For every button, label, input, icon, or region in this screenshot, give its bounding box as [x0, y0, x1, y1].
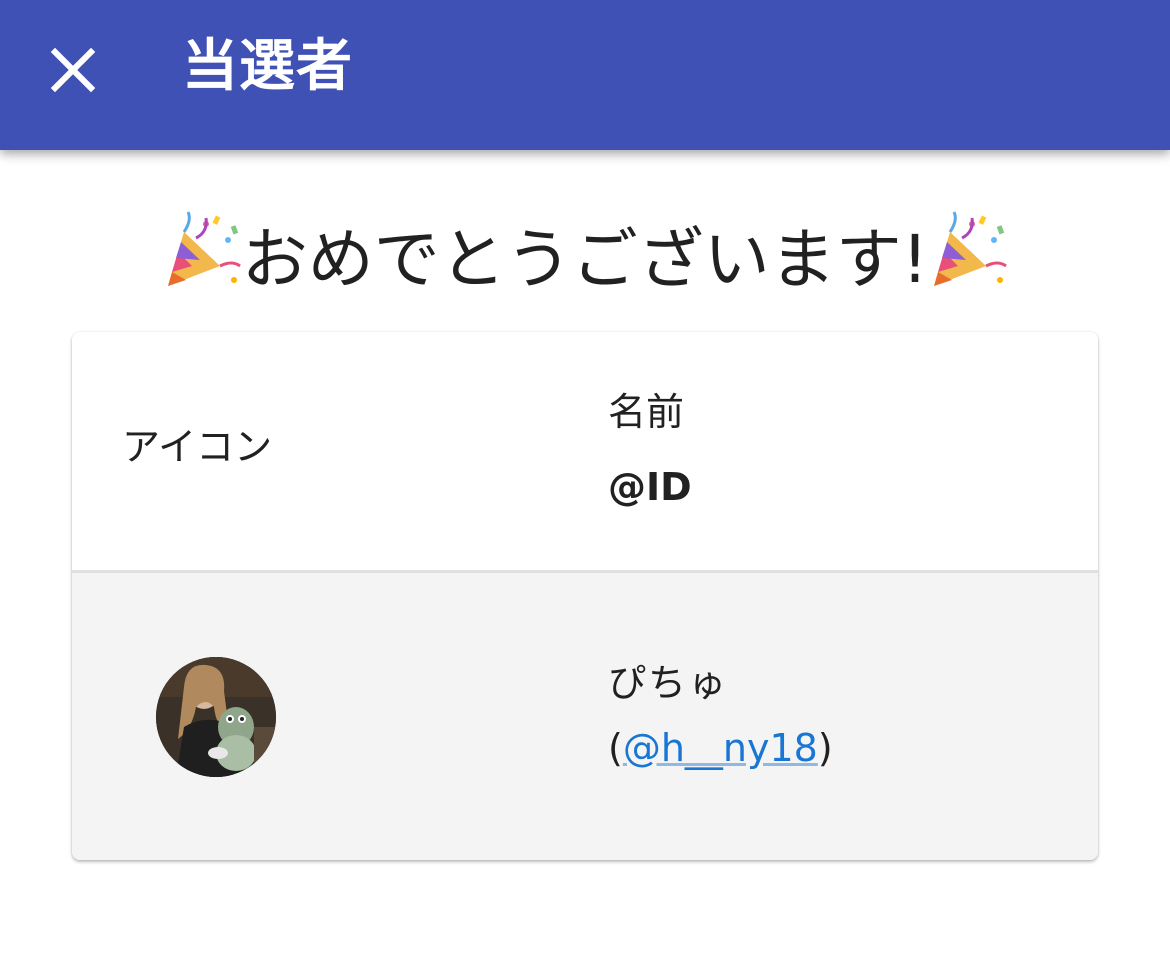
party-popper-icon: [928, 210, 1008, 290]
column-header-icon: アイコン: [122, 425, 273, 469]
close-icon: [38, 35, 108, 105]
table-header: アイコン 名前 @ID: [72, 332, 1098, 573]
headline-text: おめでとうございます!: [241, 220, 929, 298]
winner-name: ぴちゅ: [608, 661, 729, 705]
column-header-id: @ID: [608, 465, 692, 509]
table-row: ぴちゅ (@h__ny18): [72, 573, 1098, 860]
page-title: 当選者: [182, 34, 353, 99]
winner-id: (@h__ny18): [608, 723, 833, 773]
id-open-paren: (: [608, 726, 623, 770]
column-header-name: 名前: [608, 390, 685, 434]
close-button[interactable]: [38, 35, 108, 105]
congratulations-heading: おめでとうございます!: [0, 210, 1170, 305]
id-close-paren: ): [817, 726, 833, 770]
winner-id-link[interactable]: @h__ny18: [623, 726, 818, 770]
party-popper-icon: [162, 210, 242, 290]
app-bar: 当選者: [0, 0, 1170, 150]
avatar: [156, 657, 276, 777]
winners-table: アイコン 名前 @ID ぴちゅ (@h__ny18): [72, 332, 1098, 860]
